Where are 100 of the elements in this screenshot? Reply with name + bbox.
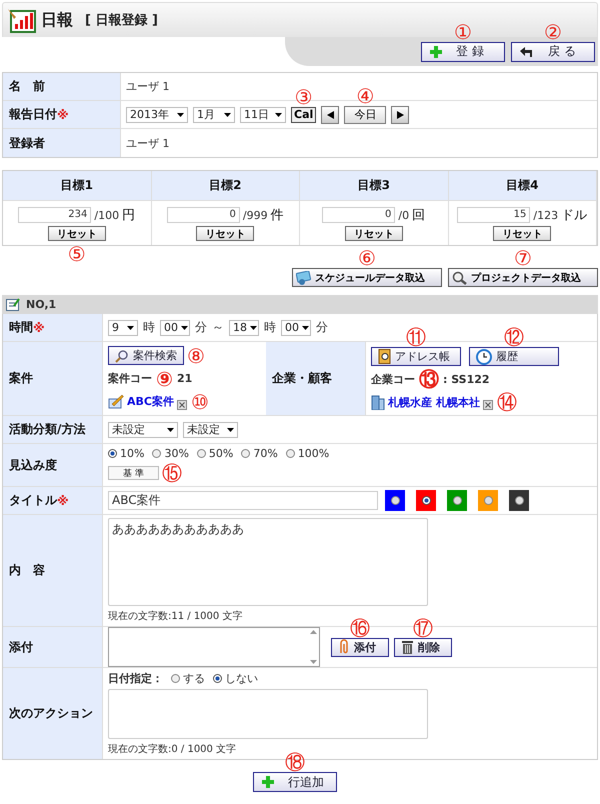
remove-icon[interactable] (176, 400, 187, 410)
card-icon (296, 270, 312, 284)
hour-select[interactable]: 18 (229, 320, 259, 336)
scrollbar (309, 628, 318, 666)
goal-input[interactable]: 15 (457, 207, 530, 223)
content-textarea[interactable]: あああああああああああ (108, 518, 428, 606)
minute-select[interactable]: 00 (160, 320, 190, 336)
goal-input[interactable]: 234 (18, 207, 92, 223)
page-subtitle: [ 日報登録 ] (85, 12, 158, 29)
color-swatch[interactable] (478, 490, 498, 511)
field-label: 活動分類/方法 (3, 416, 103, 444)
case-search-button[interactable]: 案件検索 (108, 346, 184, 365)
annotation-number: ⑭ (496, 392, 517, 412)
goal-header: 目標2 (152, 171, 300, 200)
required-mark: ※ (33, 320, 45, 334)
goal-unit: 回 (412, 207, 426, 224)
goal-input[interactable]: 0 (322, 207, 396, 223)
case-link[interactable]: ABC案件 (127, 394, 174, 409)
title-input[interactable]: ABC案件 (108, 491, 378, 510)
today-button[interactable]: 今日 (344, 106, 386, 124)
register-button[interactable]: 登 録 (421, 42, 505, 62)
caret-icon (177, 112, 184, 116)
minute-unit: 分 (195, 319, 207, 336)
probability-option[interactable]: 10% (108, 447, 144, 460)
goal-target: /123 (533, 208, 558, 222)
remove-icon[interactable] (482, 400, 493, 410)
case-code-label: 案件コー (108, 371, 152, 386)
annotation-number: ⑪ (406, 327, 426, 347)
probability-option[interactable]: 50% (196, 447, 234, 460)
goal-target: /100 (94, 208, 120, 222)
minute-unit: 分 (316, 319, 328, 336)
attach-button[interactable]: 添付 (331, 638, 389, 656)
annotation-number: ④ (356, 86, 374, 106)
reset-button[interactable]: リセット (196, 226, 254, 241)
field-label: 時間 (9, 319, 33, 336)
goal-target: /999 (242, 208, 268, 222)
caret-icon (181, 326, 188, 330)
magnifier-icon (452, 270, 468, 284)
next-day-button[interactable] (391, 106, 410, 124)
probability-option[interactable]: 30% (152, 447, 189, 460)
goal-unit: 円 (122, 207, 136, 224)
delete-button[interactable]: 削除 (394, 638, 452, 656)
field-label: 名 前 (3, 73, 121, 101)
reset-button[interactable]: リセット (48, 226, 106, 241)
date-option[interactable]: する (171, 671, 205, 686)
caret-icon (224, 112, 231, 116)
right-triangle-icon (396, 110, 404, 118)
caret-icon (250, 326, 257, 330)
user-name: ユーザ 1 (126, 79, 170, 94)
annotation-number: ⑥ (358, 248, 376, 268)
field-label: タイトル (9, 492, 57, 509)
reset-button[interactable]: リセット (344, 226, 403, 241)
add-row-button[interactable]: 行追加 (253, 772, 337, 792)
year-select[interactable]: 2013年 (126, 106, 188, 122)
registrant-name: ユーザ 1 (126, 136, 170, 150)
history-button[interactable]: 履歴 (469, 347, 559, 366)
probability-option[interactable]: 70% (241, 447, 278, 460)
annotation-number: ⑯ (350, 618, 370, 638)
company-link[interactable]: 札幌水産 札幌本社 (388, 394, 480, 410)
color-swatch[interactable] (447, 490, 467, 511)
record-number: NO,1 (26, 298, 56, 311)
category-select[interactable]: 未設定 (108, 422, 178, 438)
hour-select[interactable]: 9 (108, 320, 138, 336)
date-setting-label: 日付指定： (108, 671, 163, 686)
probability-option[interactable]: 100% (286, 447, 330, 460)
annotation-number: ⑦ (514, 248, 532, 268)
field-label: 添付 (3, 627, 103, 668)
company-code: : SS122 (443, 372, 490, 386)
color-swatch[interactable] (385, 490, 405, 511)
month-select[interactable]: 1月 (193, 106, 235, 122)
field-label: 報告日付 (9, 106, 57, 123)
hour-unit: 時 (264, 319, 276, 336)
previous-day-button[interactable] (321, 106, 340, 124)
standard-button[interactable]: 基 準 (108, 466, 159, 480)
annotation-number: ⑱ (285, 752, 305, 772)
color-swatch[interactable] (509, 490, 529, 511)
annotation-number: ⑫ (504, 327, 524, 347)
reset-button[interactable]: リセット (493, 226, 552, 241)
minute-select[interactable]: 00 (281, 320, 311, 336)
plus-icon (262, 776, 274, 788)
page-title: 日報 (41, 10, 73, 30)
address-book-icon (378, 349, 391, 364)
project-import-button[interactable]: プロジェクトデータ取込 (448, 268, 598, 287)
day-select[interactable]: 11日 (240, 106, 286, 122)
chart-icon (7, 7, 37, 33)
annotation-number: ③ (294, 86, 313, 106)
field-label: 内 容 (3, 515, 103, 627)
calendar-button[interactable]: Cal (291, 106, 316, 122)
goal-input[interactable]: 0 (166, 207, 240, 223)
back-button[interactable]: 戻 る (511, 42, 595, 62)
schedule-import-button[interactable]: スケジュールデータ取込 (292, 268, 442, 287)
color-swatch[interactable] (416, 490, 436, 511)
date-option[interactable]: しない (213, 671, 258, 686)
back-arrow-icon (520, 46, 534, 56)
attachment-list[interactable] (108, 627, 320, 667)
annotation-number: ⑩ (190, 392, 209, 412)
annotation-number: ⑬ (419, 369, 439, 389)
address-book-button[interactable]: アドレス帳 (371, 347, 461, 366)
method-select[interactable]: 未設定 (183, 422, 238, 438)
field-label: 見込み度 (3, 444, 103, 487)
